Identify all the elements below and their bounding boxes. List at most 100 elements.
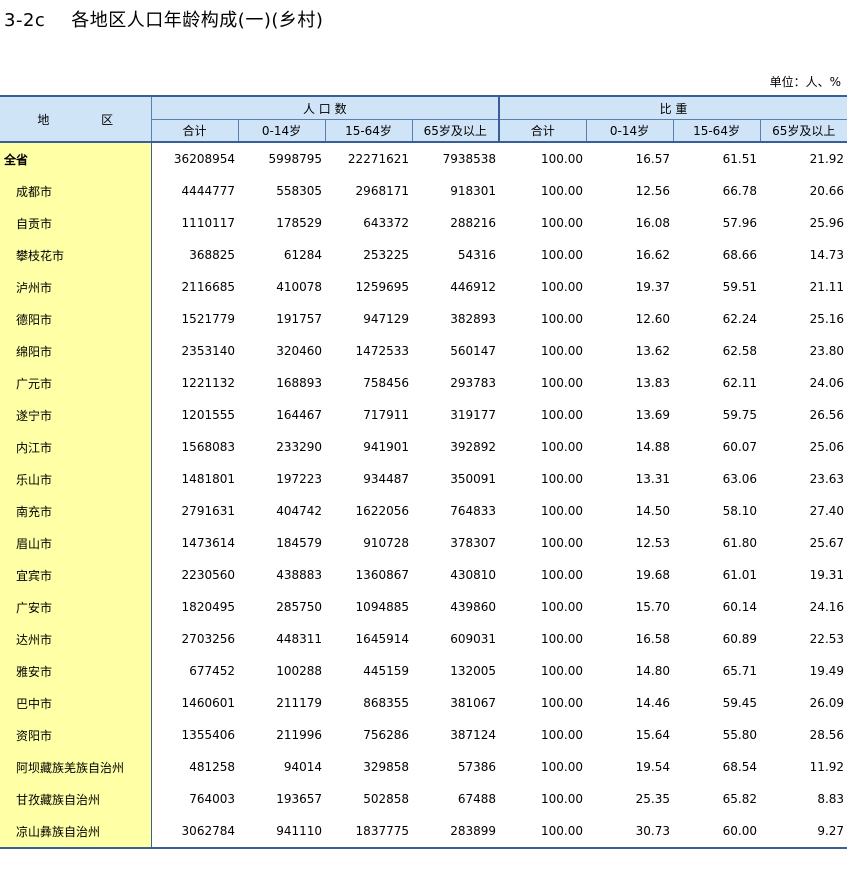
region-header: 地 区 [0,95,151,143]
value-cell: 560147 [450,344,497,358]
region-name: 眉山市 [0,527,152,559]
value-cell: 100288 [276,664,322,678]
value-cell: 100.00 [541,696,584,710]
value-cell: 446912 [450,280,497,294]
value-cell: 378307 [450,536,497,550]
column-header: 合计 [498,119,587,143]
region-name: 自贡市 [0,207,152,239]
value-cell: 1355406 [181,728,235,742]
value-cell: 15.70 [635,600,671,614]
value-cell: 1259695 [355,280,409,294]
unit-label: 单位：人、% [769,75,841,89]
value-cell: 253225 [363,248,409,262]
value-cell: 12.60 [635,312,671,326]
table-row: 攀枝花市 368825 61284 253225 54316 100.00 16.62 68.… [0,239,847,271]
value-cell: 58.10 [722,504,758,518]
value-cell: 211179 [276,696,322,710]
value-cell: 293783 [450,376,497,390]
region-name: 达州市 [0,623,152,655]
value-cell: 404742 [276,504,322,518]
value-cell: 28.56 [809,728,845,742]
value-cell: 61.80 [722,536,758,550]
value-cell: 100.00 [541,248,584,262]
table-row: 绵阳市 2353140 320460 1472533 560147 100.00 13.62… [0,335,847,367]
value-cell: 62.58 [722,344,758,358]
value-cell: 36208954 [173,152,235,166]
value-cell: 910728 [363,536,409,550]
value-cell: 100.00 [541,344,584,358]
table-title: 各地区人口年龄构成(一)(乡村) [71,10,324,31]
value-cell: 14.46 [635,696,671,710]
value-cell: 211996 [276,728,322,742]
value-cell: 23.63 [809,472,845,486]
value-cell: 941901 [363,440,409,454]
value-cell: 410078 [276,280,322,294]
value-cell: 132005 [450,664,497,678]
value-cell: 502858 [363,792,409,806]
value-cell: 558305 [276,184,322,198]
region-name: 广元市 [0,367,152,399]
value-cell: 4444777 [181,184,235,198]
value-cell: 164467 [276,408,322,422]
value-cell: 12.53 [635,536,671,550]
value-cell: 11.92 [809,760,845,774]
table-header: 地 区 人 口 数 比 重 合计 0-14岁 15-64岁 65岁及以上 合计 … [0,95,847,143]
value-cell: 62.24 [722,312,758,326]
value-cell: 438883 [276,568,322,582]
value-cell: 283899 [412,815,500,849]
table-body: 全省 36208954 5998795 22271621 7938538 100.00 16… [0,142,847,849]
value-cell: 439860 [450,600,497,614]
table-row: 眉山市 1473614 184579 910728 378307 100.00 12.53 6… [0,527,847,559]
value-cell: 13.69 [635,408,671,422]
value-cell: 25.96 [809,216,845,230]
table-row: 乐山市 1481801 197223 934487 350091 100.00 13.31 6… [0,463,847,495]
value-cell: 54316 [457,248,497,262]
value-cell: 3062784 [151,815,238,849]
age-structure-table: 地 区 人 口 数 比 重 合计 0-14岁 15-64岁 65岁及以上 合计 … [0,95,847,849]
value-cell: 448311 [276,632,322,646]
table-row: 成都市 4444777 558305 2968171 918301 100.00 12.56… [0,175,847,207]
region-name: 德阳市 [0,303,152,335]
value-cell: 19.37 [635,280,671,294]
value-cell: 918301 [450,184,497,198]
value-cell: 1472533 [355,344,409,358]
table-row: 内江市 1568083 233290 941901 392892 100.00 14.88 6… [0,431,847,463]
table-row: 自贡市 1110117 178529 643372 288216 100.00 16.08 5… [0,207,847,239]
region-name: 资阳市 [0,719,152,751]
value-cell: 1837775 [325,815,412,849]
value-cell: 100.00 [541,408,584,422]
value-cell: 13.31 [635,472,671,486]
value-cell: 1645914 [355,632,409,646]
value-cell: 1221132 [181,376,235,390]
table-row: 达州市 2703256 448311 1645914 609031 100.00 16.58… [0,623,847,655]
value-cell: 178529 [276,216,322,230]
region-name: 乐山市 [0,463,152,495]
value-cell: 100.00 [541,632,584,646]
table-row: 广安市 1820495 285750 1094885 439860 100.00 15.70… [0,591,847,623]
value-cell: 2968171 [355,184,409,198]
region-name: 南充市 [0,495,152,527]
table-row: 凉山彝族自治州 3062784 941110 1837775 283899 100.00 3… [0,815,847,849]
value-cell: 22.53 [809,632,845,646]
value-cell: 2703256 [181,632,235,646]
page-title: 3-2c 各地区人口年龄构成(一)(乡村) [4,6,323,32]
value-cell: 320460 [276,344,322,358]
value-cell: 717911 [363,408,409,422]
value-cell: 319177 [450,408,497,422]
value-cell: 643372 [363,216,409,230]
value-cell: 25.35 [635,792,671,806]
value-cell: 20.66 [809,184,845,198]
value-cell: 100.00 [541,760,584,774]
value-cell: 60.89 [722,632,758,646]
value-cell: 19.31 [809,568,845,582]
value-cell: 13.83 [635,376,671,390]
value-cell: 350091 [450,472,497,486]
value-cell: 2353140 [181,344,235,358]
table-row: 德阳市 1521779 191757 947129 382893 100.00 12.60 6… [0,303,847,335]
value-cell: 100.00 [541,728,584,742]
value-cell: 12.56 [635,184,671,198]
column-header: 15-64岁 [324,119,412,143]
region-name: 遂宁市 [0,399,152,431]
value-cell: 445159 [363,664,409,678]
value-cell: 764833 [450,504,497,518]
